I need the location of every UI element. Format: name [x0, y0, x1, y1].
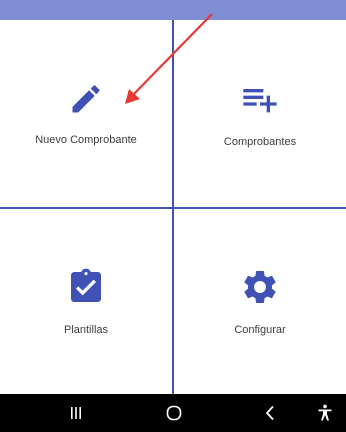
status-bar	[0, 0, 346, 20]
tile-label: Comprobantes	[223, 136, 297, 148]
tile-plantillas[interactable]: Plantillas	[0, 209, 172, 394]
gear-icon	[240, 267, 280, 312]
recents-icon[interactable]	[64, 402, 88, 424]
playlist-add-icon	[240, 79, 280, 124]
tile-nuevo-comprobante[interactable]: Nuevo Comprobante	[0, 20, 172, 207]
accessibility-icon[interactable]	[313, 402, 337, 424]
tile-comprobantes[interactable]: Comprobantes	[174, 20, 346, 207]
tile-label: Configurar	[234, 324, 286, 336]
menu-grid: Nuevo Comprobante Comprobantes Plantilla…	[0, 20, 346, 394]
clipboard-check-icon	[66, 267, 106, 312]
pencil-icon	[68, 81, 104, 122]
system-navigation-bar	[0, 394, 346, 432]
back-icon[interactable]	[258, 402, 282, 424]
tile-configurar[interactable]: Configurar	[174, 209, 346, 394]
tile-label: Plantillas	[63, 324, 109, 336]
home-icon[interactable]	[162, 402, 186, 424]
app-screen: Nuevo Comprobante Comprobantes Plantilla…	[0, 0, 346, 432]
tile-label: Nuevo Comprobante	[35, 134, 137, 146]
